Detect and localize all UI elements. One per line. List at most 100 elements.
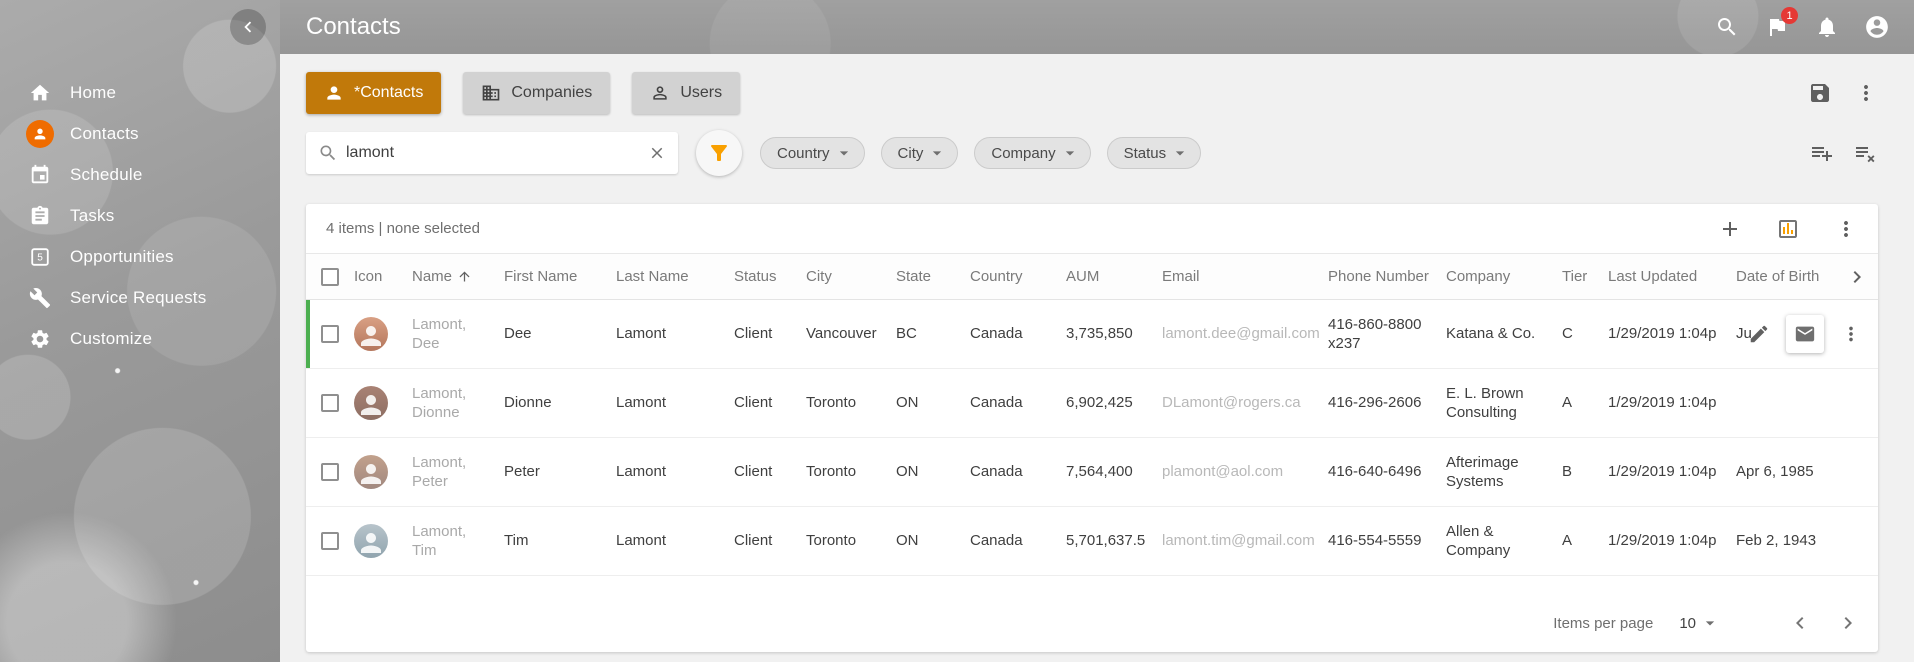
- sidebar-item-opportunities[interactable]: 5 Opportunities: [0, 236, 280, 277]
- row-checkbox[interactable]: [321, 532, 339, 550]
- pagination-bar: Items per page 10: [306, 594, 1878, 652]
- more-vert-icon: [1840, 323, 1862, 345]
- chevron-left-icon: [237, 16, 259, 38]
- email-cell: lamont.dee@gmail.com: [1162, 324, 1328, 344]
- column-header-state[interactable]: State: [896, 267, 970, 287]
- filter-chip-city[interactable]: City: [881, 137, 959, 169]
- chevron-down-icon: [927, 143, 947, 163]
- column-header-email[interactable]: Email: [1162, 267, 1328, 287]
- view-more-button[interactable]: [1854, 81, 1878, 105]
- funnel-icon: [707, 141, 731, 165]
- last-name-cell: Lamont: [616, 393, 734, 413]
- filter-chip-company[interactable]: Company: [974, 137, 1090, 169]
- column-header-company[interactable]: Company: [1446, 267, 1562, 287]
- column-header-aum[interactable]: AUM: [1066, 267, 1162, 287]
- edit-row-button[interactable]: [1748, 323, 1770, 345]
- column-header-status[interactable]: Status: [734, 267, 806, 287]
- last-updated-cell: 1/29/2019 1:04p: [1608, 462, 1736, 482]
- plus-icon: [1718, 217, 1742, 241]
- sidebar-nav: Home Contacts Schedule: [0, 0, 280, 359]
- table-row[interactable]: Lamont,Dee Dee Lamont Client Vancouver B…: [306, 300, 1878, 369]
- save-button[interactable]: [1808, 81, 1832, 105]
- tier-cell: C: [1562, 324, 1608, 344]
- clear-search-button[interactable]: [648, 144, 666, 162]
- table-row[interactable]: Lamont,Peter Peter Lamont Client Toronto…: [306, 438, 1878, 507]
- sidebar-collapse-button[interactable]: [230, 9, 266, 45]
- last-name-cell: Lamont: [616, 462, 734, 482]
- column-header-icon[interactable]: Icon: [354, 267, 412, 287]
- row-checkbox[interactable]: [321, 394, 339, 412]
- columns-scroll-right-button[interactable]: [1845, 265, 1869, 289]
- sidebar-item-tasks[interactable]: Tasks: [0, 195, 280, 236]
- announcements-button[interactable]: 1: [1762, 12, 1792, 42]
- avatar: [354, 386, 388, 420]
- filter-funnel-button[interactable]: [696, 130, 742, 176]
- column-header-last-name[interactable]: Last Name: [616, 267, 734, 287]
- content-area: *Contacts Companies Users: [280, 54, 1914, 662]
- aum-cell: 7,564,400: [1066, 462, 1162, 482]
- table-row[interactable]: Lamont,Dionne Dionne Lamont Client Toron…: [306, 369, 1878, 438]
- row-more-button[interactable]: [1840, 323, 1862, 345]
- state-cell: ON: [896, 531, 970, 551]
- last-updated-cell: 1/29/2019 1:04p: [1608, 324, 1736, 344]
- list-more-button[interactable]: [1834, 217, 1858, 241]
- search-button[interactable]: [1712, 12, 1742, 42]
- prev-page-button[interactable]: [1788, 611, 1812, 635]
- row-checkbox[interactable]: [321, 325, 339, 343]
- country-cell: Canada: [970, 531, 1066, 551]
- more-vert-icon: [1834, 217, 1858, 241]
- column-header-name[interactable]: Name: [412, 267, 504, 287]
- sidebar-item-service-requests[interactable]: Service Requests: [0, 277, 280, 318]
- search-input[interactable]: [346, 144, 640, 162]
- add-to-list-button[interactable]: [1810, 141, 1834, 165]
- items-per-page-select[interactable]: 10: [1679, 613, 1720, 633]
- column-header-country[interactable]: Country: [970, 267, 1066, 287]
- filter-chips: Country City Company Status: [760, 137, 1201, 169]
- filter-chip-country[interactable]: Country: [760, 137, 865, 169]
- notification-badge: 1: [1781, 7, 1798, 24]
- tasks-icon: [26, 202, 54, 230]
- first-name-cell: Peter: [504, 462, 616, 482]
- tab-contacts[interactable]: *Contacts: [306, 72, 441, 114]
- column-header-first-name[interactable]: First Name: [504, 267, 616, 287]
- bar-chart-icon: [1776, 217, 1800, 241]
- sidebar-item-label: Customize: [70, 329, 152, 349]
- sidebar-item-label: Schedule: [70, 165, 143, 185]
- contacts-icon: [26, 120, 54, 148]
- sidebar-item-customize[interactable]: Customize: [0, 318, 280, 359]
- tab-companies[interactable]: Companies: [463, 72, 610, 114]
- city-cell: Toronto: [806, 462, 896, 482]
- person-silhouette-icon: [356, 528, 386, 558]
- country-cell: Canada: [970, 324, 1066, 344]
- chip-label: City: [898, 145, 924, 162]
- next-page-button[interactable]: [1836, 611, 1860, 635]
- column-header-date-of-birth[interactable]: Date of Birth: [1736, 267, 1836, 287]
- tab-users[interactable]: Users: [632, 72, 740, 114]
- column-header-last-updated[interactable]: Last Updated: [1608, 267, 1736, 287]
- column-header-city[interactable]: City: [806, 267, 896, 287]
- column-header-tier[interactable]: Tier: [1562, 267, 1608, 287]
- notifications-button[interactable]: [1812, 12, 1842, 42]
- sidebar-item-contacts[interactable]: Contacts: [0, 113, 280, 154]
- close-icon: [648, 144, 666, 162]
- last-updated-cell: 1/29/2019 1:04p: [1608, 531, 1736, 551]
- table-body: Lamont,Dee Dee Lamont Client Vancouver B…: [306, 300, 1878, 576]
- chevron-down-icon: [1700, 613, 1720, 633]
- account-button[interactable]: [1862, 12, 1892, 42]
- chart-view-button[interactable]: [1776, 217, 1800, 241]
- items-per-page-label: Items per page: [1553, 615, 1653, 632]
- select-all-checkbox[interactable]: [321, 268, 339, 286]
- column-header-phone-number[interactable]: Phone Number: [1328, 267, 1446, 287]
- sidebar-item-home[interactable]: Home: [0, 72, 280, 113]
- sort-ascending-icon: [457, 269, 472, 284]
- aum-cell: 3,735,850: [1066, 324, 1162, 344]
- sidebar-item-schedule[interactable]: Schedule: [0, 154, 280, 195]
- filter-chip-status[interactable]: Status: [1107, 137, 1202, 169]
- clear-list-filter-button[interactable]: [1854, 141, 1878, 165]
- add-contact-button[interactable]: [1718, 217, 1742, 241]
- email-row-button[interactable]: [1786, 315, 1824, 353]
- date-of-birth-cell: Apr 6, 1985: [1736, 462, 1836, 482]
- row-checkbox[interactable]: [321, 463, 339, 481]
- table-row[interactable]: Lamont,Tim Tim Lamont Client Toronto ON …: [306, 507, 1878, 576]
- row-actions: [1748, 315, 1862, 353]
